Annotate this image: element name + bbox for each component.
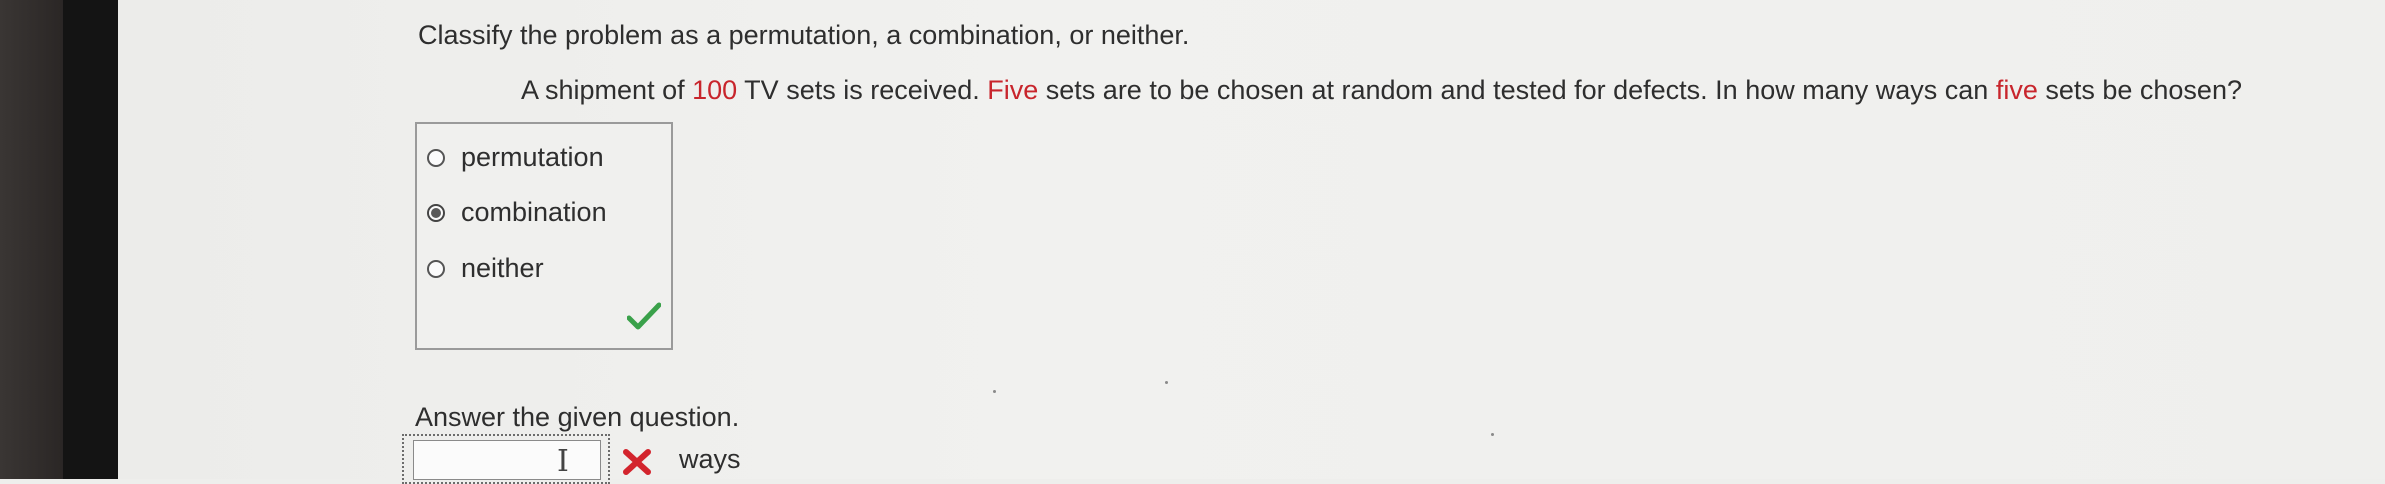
instruction-text: Classify the problem as a permutation, a…	[418, 20, 1190, 50]
answer-prompt-text: Answer the given question.	[415, 402, 740, 432]
screen-bezel	[0, 0, 118, 479]
choice-label: neither	[461, 253, 544, 283]
choice-group: permutation combination neither	[415, 122, 673, 350]
x-icon	[623, 449, 651, 475]
question-text: A shipment of 100 TV sets is received. F…	[521, 75, 2242, 106]
choice-label: permutation	[461, 142, 604, 172]
answer-input[interactable]	[413, 440, 601, 480]
highlight-number: Five	[987, 75, 1039, 105]
radio-button[interactable]	[427, 259, 445, 278]
answer-row: I ways	[402, 432, 741, 484]
radio-button[interactable]	[427, 148, 445, 167]
answer-prompt: Answer the given question.	[415, 402, 739, 433]
bezel-strip	[63, 0, 118, 479]
choice-combination[interactable]: combination	[427, 197, 607, 228]
screen-speck	[993, 390, 996, 393]
choice-label: combination	[461, 197, 607, 227]
check-icon	[627, 302, 661, 330]
answer-units: ways	[679, 444, 741, 474]
screen-speck	[1165, 381, 1168, 384]
radio-button-selected[interactable]	[427, 203, 445, 222]
highlight-number: five	[1995, 75, 2038, 105]
question-part: sets be chosen?	[2037, 75, 2242, 105]
question-part: TV sets is received.	[737, 75, 988, 105]
screen-speck	[1491, 433, 1494, 436]
choice-permutation[interactable]: permutation	[427, 142, 604, 173]
question-panel: Classify the problem as a permutation, a…	[118, 0, 2385, 484]
question-part: A shipment of	[521, 75, 693, 105]
highlight-number: 100	[692, 75, 738, 105]
choice-neither[interactable]: neither	[427, 253, 544, 284]
question-part: sets are to be chosen at random and test…	[1038, 75, 1996, 105]
